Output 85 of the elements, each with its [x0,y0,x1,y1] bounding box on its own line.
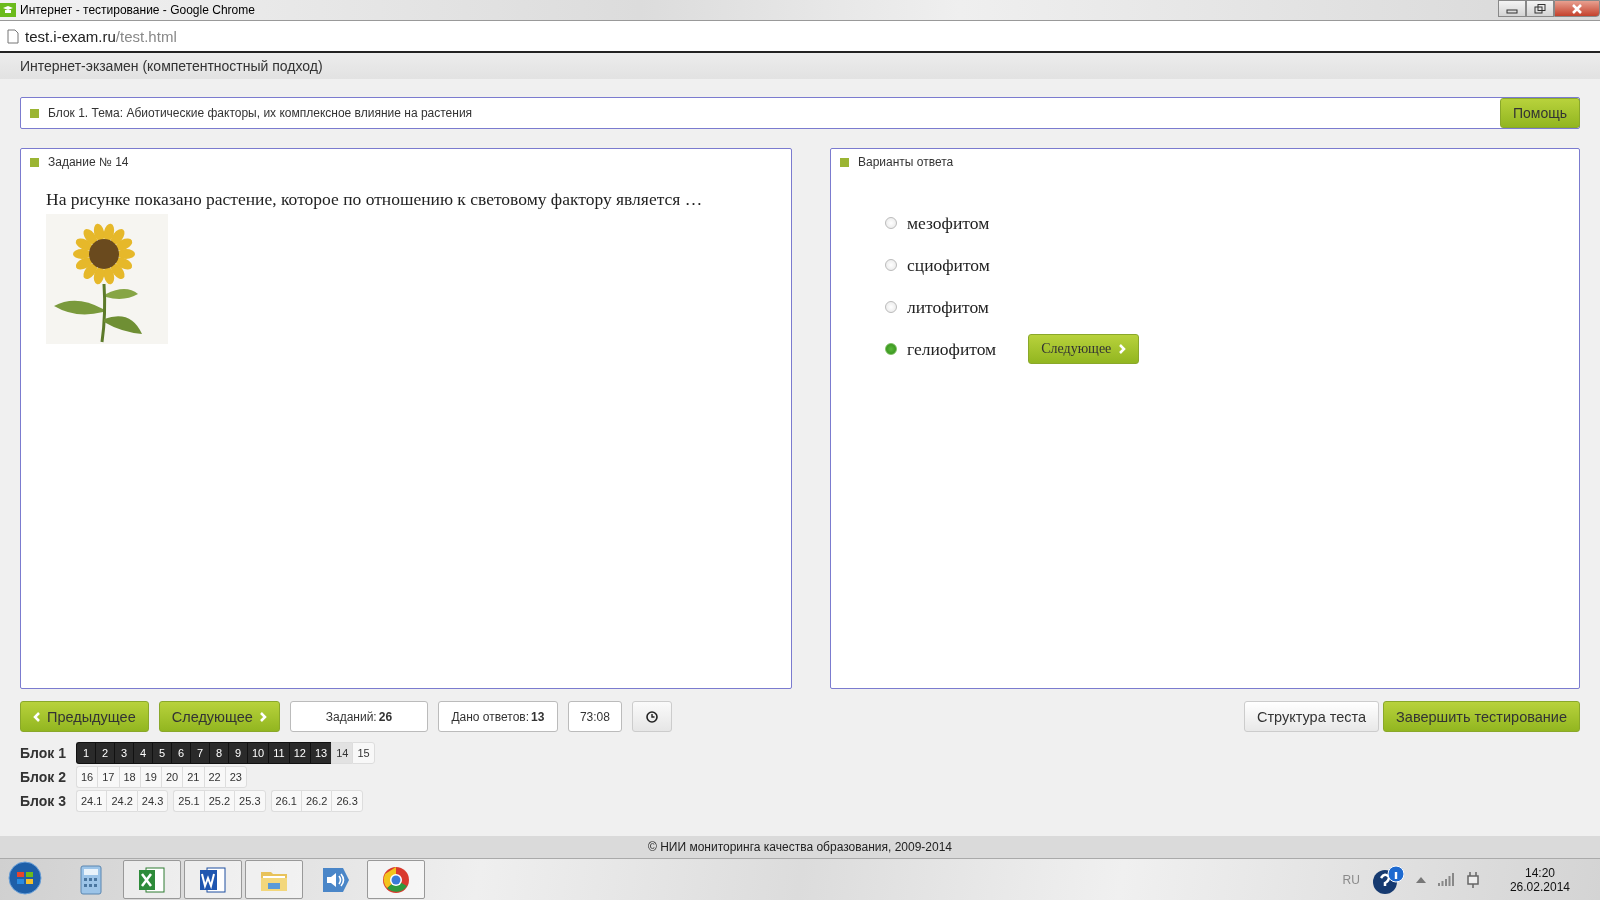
radio-button[interactable] [885,259,897,271]
answer-option[interactable]: мезофитом [907,212,990,234]
bullet-icon [30,108,39,118]
browser-icon [0,3,16,17]
panel-title: Задание № 14 [48,155,129,169]
question-number[interactable]: 26.2 [300,790,332,812]
question-number[interactable]: 22 [203,766,225,788]
radio-button[interactable] [885,217,897,229]
start-button[interactable] [8,861,42,898]
question-number[interactable]: 25.2 [203,790,235,812]
question-number[interactable]: 2 [95,742,114,764]
question-number[interactable]: 7 [190,742,209,764]
bullet-icon [840,157,849,167]
question-number[interactable]: 25.1 [173,790,204,812]
timer: 73:08 [567,701,622,732]
chevron-right-icon [1119,344,1127,354]
clock-icon [645,710,658,723]
question-text: На рисунке показано растение, которое по отношению к световому фактору является … [46,189,704,210]
question-number[interactable]: 26.1 [270,790,301,812]
question-number[interactable]: 24.1 [76,790,107,812]
help-button[interactable]: Помощь [1499,98,1580,128]
page-icon [7,28,19,44]
previous-button[interactable]: Предыдущее [20,701,149,732]
close-button[interactable] [1554,0,1600,17]
caret-up-icon [1415,876,1426,883]
question-number[interactable]: 18 [118,766,140,788]
question-number[interactable]: 12 [288,742,310,764]
restore-icon [1534,3,1546,14]
question-number[interactable]: 1 [76,742,95,764]
question-number[interactable]: 5 [152,742,171,764]
answers-count: Дано ответов: 13 [437,701,558,732]
clock-date: 26.02.2014 [1509,879,1570,894]
bullet-icon [30,157,39,167]
finish-button[interactable]: Завершить тестирование [1383,701,1580,732]
question-number[interactable]: 19 [139,766,161,788]
question-number[interactable]: 11 [268,742,289,764]
question-number[interactable]: 21 [182,766,204,788]
answer-option[interactable]: гелиофитом [907,338,997,360]
question-number[interactable]: 24.2 [106,790,137,812]
chevron-right-icon [259,711,267,722]
test-structure-button[interactable]: Структура теста [1243,701,1380,732]
question-number[interactable]: 15 [352,742,375,764]
question-number[interactable]: 4 [133,742,152,764]
taskbar-button[interactable] [123,860,181,899]
topic-title: Блок 1. Тема: Абиотические факторы, их комплексное влияние на растения [48,106,474,120]
question-number[interactable]: 8 [209,742,228,764]
question-number[interactable]: 6 [171,742,190,764]
start-icon [8,861,42,895]
taskbar-button[interactable] [184,860,242,899]
power-plug-icon [1465,871,1480,888]
url-text[interactable]: test.i-exam.ru/test.html [25,27,177,45]
restore-button[interactable] [1526,0,1554,17]
question-number[interactable]: 20 [161,766,183,788]
answer-option[interactable]: литофитом [907,296,989,318]
radio-button[interactable] [885,301,897,313]
clock-button[interactable] [631,701,672,732]
next-button[interactable]: Следующее [1028,334,1140,364]
radio-button[interactable] [885,343,897,355]
question-number[interactable]: 10 [247,742,269,764]
chevron-left-icon [33,711,40,722]
question-number[interactable]: 14 [331,742,353,764]
next-button[interactable]: Следующее [158,701,280,732]
signal-icon [1437,873,1454,886]
answer-option[interactable]: сциофитом [907,254,990,276]
question-number[interactable]: 26.3 [331,790,363,812]
block-label: Блок 2 [20,769,67,785]
block-label: Блок 3 [20,793,67,809]
panel-title: Варианты ответа [858,155,954,169]
help-info-icon [1371,864,1404,895]
question-number[interactable]: 24.3 [136,790,169,812]
question-number[interactable]: 16 [76,766,98,788]
question-number[interactable]: 25.3 [234,790,266,812]
tasks-count: Заданий: 26 [289,701,428,732]
clock-time: 14:20 [1524,865,1555,880]
question-number[interactable]: 9 [228,742,247,764]
taskbar-button[interactable] [367,860,425,899]
app-header: Интернет-экзамен (компетентностный подход) [0,53,1600,79]
question-number[interactable]: 17 [97,766,119,788]
question-number[interactable]: 13 [309,742,332,764]
window-title: Интернет - тестирование - Google Chrome [20,3,255,17]
block-label: Блок 1 [20,745,67,761]
footer-text: © НИИ мониторинга качества образования, 2009-2014 [0,836,1600,859]
close-icon [1571,3,1583,14]
question-number[interactable]: 23 [224,766,247,788]
question-number[interactable]: 3 [114,742,133,764]
